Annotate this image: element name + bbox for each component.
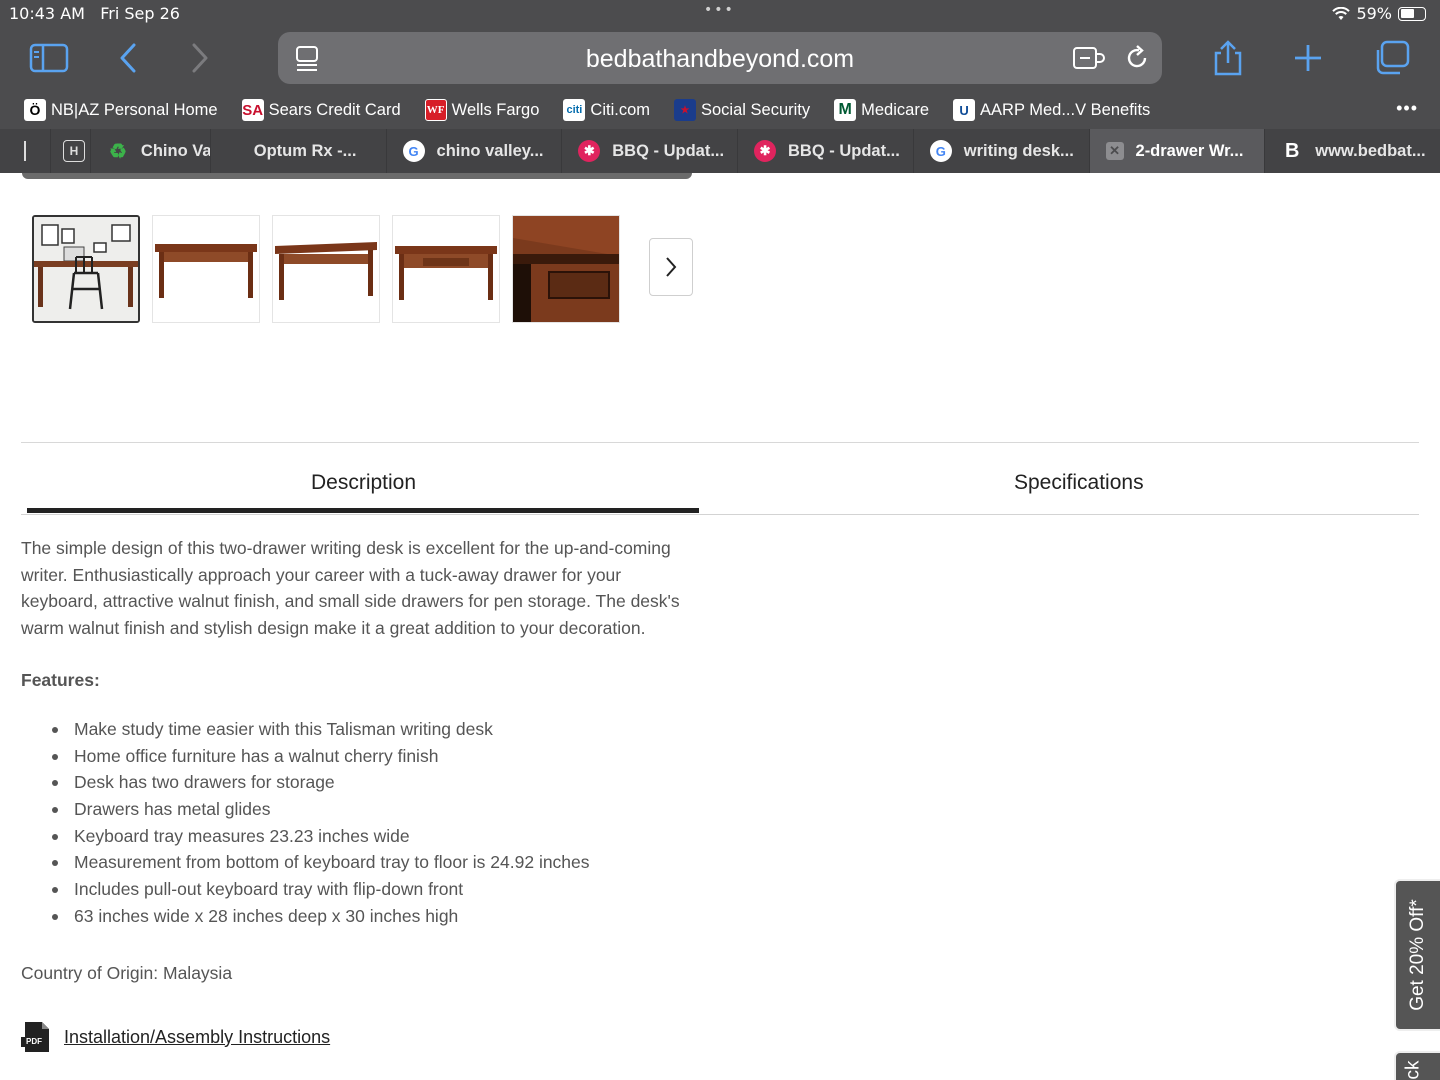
tab-bbq-2[interactable]: ✱ BBQ - Updat... <box>737 129 913 173</box>
tab-specifications[interactable]: Specifications <box>1014 471 1144 495</box>
bookmark-medicare[interactable]: M Medicare <box>834 99 929 121</box>
share-icon[interactable] <box>1208 40 1248 76</box>
address-bar[interactable]: bedbathandbeyond.com <box>278 32 1162 84</box>
new-tab-icon[interactable] <box>1288 40 1328 76</box>
wifi-icon <box>1332 6 1351 20</box>
bookmark-citi[interactable]: citi Citi.com <box>563 99 650 121</box>
thumbnail-3[interactable] <box>272 215 380 323</box>
battery-fill <box>1400 9 1415 18</box>
tab-2-drawer[interactable]: ✕ 2-drawer Wr... <box>1088 129 1265 173</box>
tab-blank[interactable] <box>0 129 50 173</box>
active-tab-indicator <box>27 508 699 513</box>
ssa-icon: ★ <box>674 99 696 121</box>
features-title: Features: <box>21 670 100 690</box>
status-time: 10:43 AM Fri Sep 26 <box>9 4 180 23</box>
promo-label: Get 20% Off* <box>1407 899 1429 1011</box>
back-icon[interactable] <box>108 40 148 76</box>
feature-item: Includes pull-out keyboard tray with fli… <box>52 876 590 903</box>
tab-description[interactable]: Description <box>311 471 416 495</box>
more-icon[interactable]: ••• <box>1396 98 1418 119</box>
url-text[interactable]: bedbathandbeyond.com <box>278 45 1162 74</box>
thumbnail-2[interactable] <box>152 215 260 323</box>
tab-bedbath[interactable]: B www.bedbat... <box>1264 129 1440 173</box>
tab-bbq-1[interactable]: ✱ BBQ - Updat... <box>561 129 737 173</box>
feature-item: Keyboard tray measures 23.23 inches wide <box>52 823 590 850</box>
tab-optum[interactable]: Optum Rx -... <box>209 129 386 173</box>
desk-closeup-image <box>513 216 619 322</box>
product-description: The simple design of this two-drawer wri… <box>21 538 680 639</box>
tab-chino-valley[interactable]: G chino valley... <box>385 129 562 173</box>
tab-h[interactable]: H <box>49 129 90 173</box>
medicare-icon: M <box>834 99 857 121</box>
features-list: Make study time easier with this Talisma… <box>52 716 590 930</box>
feedback-tab[interactable]: ck <box>1394 1051 1440 1080</box>
bedbath-icon: B <box>1285 139 1300 162</box>
tab-overview-icon[interactable] <box>1372 40 1412 76</box>
h-icon: H <box>62 140 85 162</box>
installation-link[interactable]: Installation/Assembly Instructions <box>64 1027 330 1048</box>
sa-icon: SA <box>241 99 264 121</box>
thumbnail-4[interactable] <box>392 215 500 323</box>
pdf-label: PDF <box>26 1037 42 1046</box>
tab-separator <box>24 141 26 161</box>
bookmark-aarp[interactable]: U AARP Med...V Benefits <box>953 99 1150 121</box>
wf-icon: WF <box>424 99 447 121</box>
tab-writing-desk[interactable]: G writing desk... <box>912 129 1089 173</box>
feature-item: Desk has two drawers for storage <box>52 769 590 796</box>
bookmark-nbaz[interactable]: Ö NB|AZ Personal Home <box>24 99 218 121</box>
desk-drawer-image <box>393 216 499 322</box>
installation-instructions[interactable]: PDF Installation/Assembly Instructions <box>21 1021 330 1053</box>
pdf-icon: PDF <box>21 1021 53 1053</box>
yelp-icon: ✱ <box>578 140 601 162</box>
thumbnail-strip <box>32 215 620 323</box>
battery-icon <box>1398 6 1426 21</box>
desk-room-image <box>34 217 138 321</box>
extension-icon[interactable] <box>1072 44 1106 72</box>
thumbnail-next-button[interactable] <box>649 238 693 296</box>
google-icon: G <box>929 140 952 162</box>
product-tab-bar: Description Specifications <box>21 463 1419 515</box>
citi-icon: citi <box>563 99 586 121</box>
feature-item: Make study time easier with this Talisma… <box>52 716 590 743</box>
sidebar-icon[interactable] <box>29 40 69 76</box>
reload-icon[interactable] <box>1123 44 1151 72</box>
status-bar: 10:43 AM Fri Sep 26 ••• 59% <box>0 0 1440 28</box>
feature-item: Home office furniture has a walnut cherr… <box>52 743 590 770</box>
google-icon: G <box>402 140 425 162</box>
feature-item: Drawers has metal glides <box>52 796 590 823</box>
forward-icon[interactable] <box>180 40 220 76</box>
recycle-icon: ♻ <box>108 140 127 163</box>
tab-chino-va[interactable]: ♻ Chino Va <box>89 129 210 173</box>
promo-tab[interactable]: Get 20% Off* <box>1394 879 1440 1031</box>
thumbnail-5[interactable] <box>512 215 620 323</box>
tab-strip: H ♻ Chino Va Optum Rx -... G chino valle… <box>0 129 1440 173</box>
product-page: Description Specifications The simple de… <box>0 173 1440 1080</box>
section-divider <box>21 442 1419 443</box>
bookmark-sears[interactable]: SA Sears Credit Card <box>241 99 401 121</box>
battery-percent: 59% <box>1356 4 1392 23</box>
desk-front-image <box>153 216 259 322</box>
aarp-icon: U <box>953 99 976 121</box>
yelp-icon: ✱ <box>754 140 777 162</box>
feature-item: 63 inches wide x 28 inches deep x 30 inc… <box>52 903 590 930</box>
multitasking-dots-icon[interactable]: ••• <box>704 2 735 18</box>
close-icon[interactable]: ✕ <box>1105 142 1124 160</box>
bookmark-wells-fargo[interactable]: WF Wells Fargo <box>424 99 539 121</box>
browser-toolbar: bedbathandbeyond.com <box>0 28 1440 90</box>
chevron-right-icon <box>666 257 677 277</box>
bookmarks-bar: Ö NB|AZ Personal Home SA Sears Credit Ca… <box>0 94 1440 126</box>
country-of-origin: Country of Origin: Malaysia <box>21 963 233 983</box>
browser-chrome: 10:43 AM Fri Sep 26 ••• 59% bedbathandbe… <box>0 0 1440 173</box>
main-image-edge <box>22 173 692 179</box>
bookmark-social-security[interactable]: ★ Social Security <box>674 99 810 121</box>
nb-icon: Ö <box>24 99 46 121</box>
thumbnail-1[interactable] <box>32 215 140 323</box>
desk-angle-image <box>273 216 379 322</box>
feedback-label: ck <box>1402 1060 1424 1080</box>
feature-item: Measurement from bottom of keyboard tray… <box>52 849 590 876</box>
status-right: 59% <box>1332 4 1426 23</box>
